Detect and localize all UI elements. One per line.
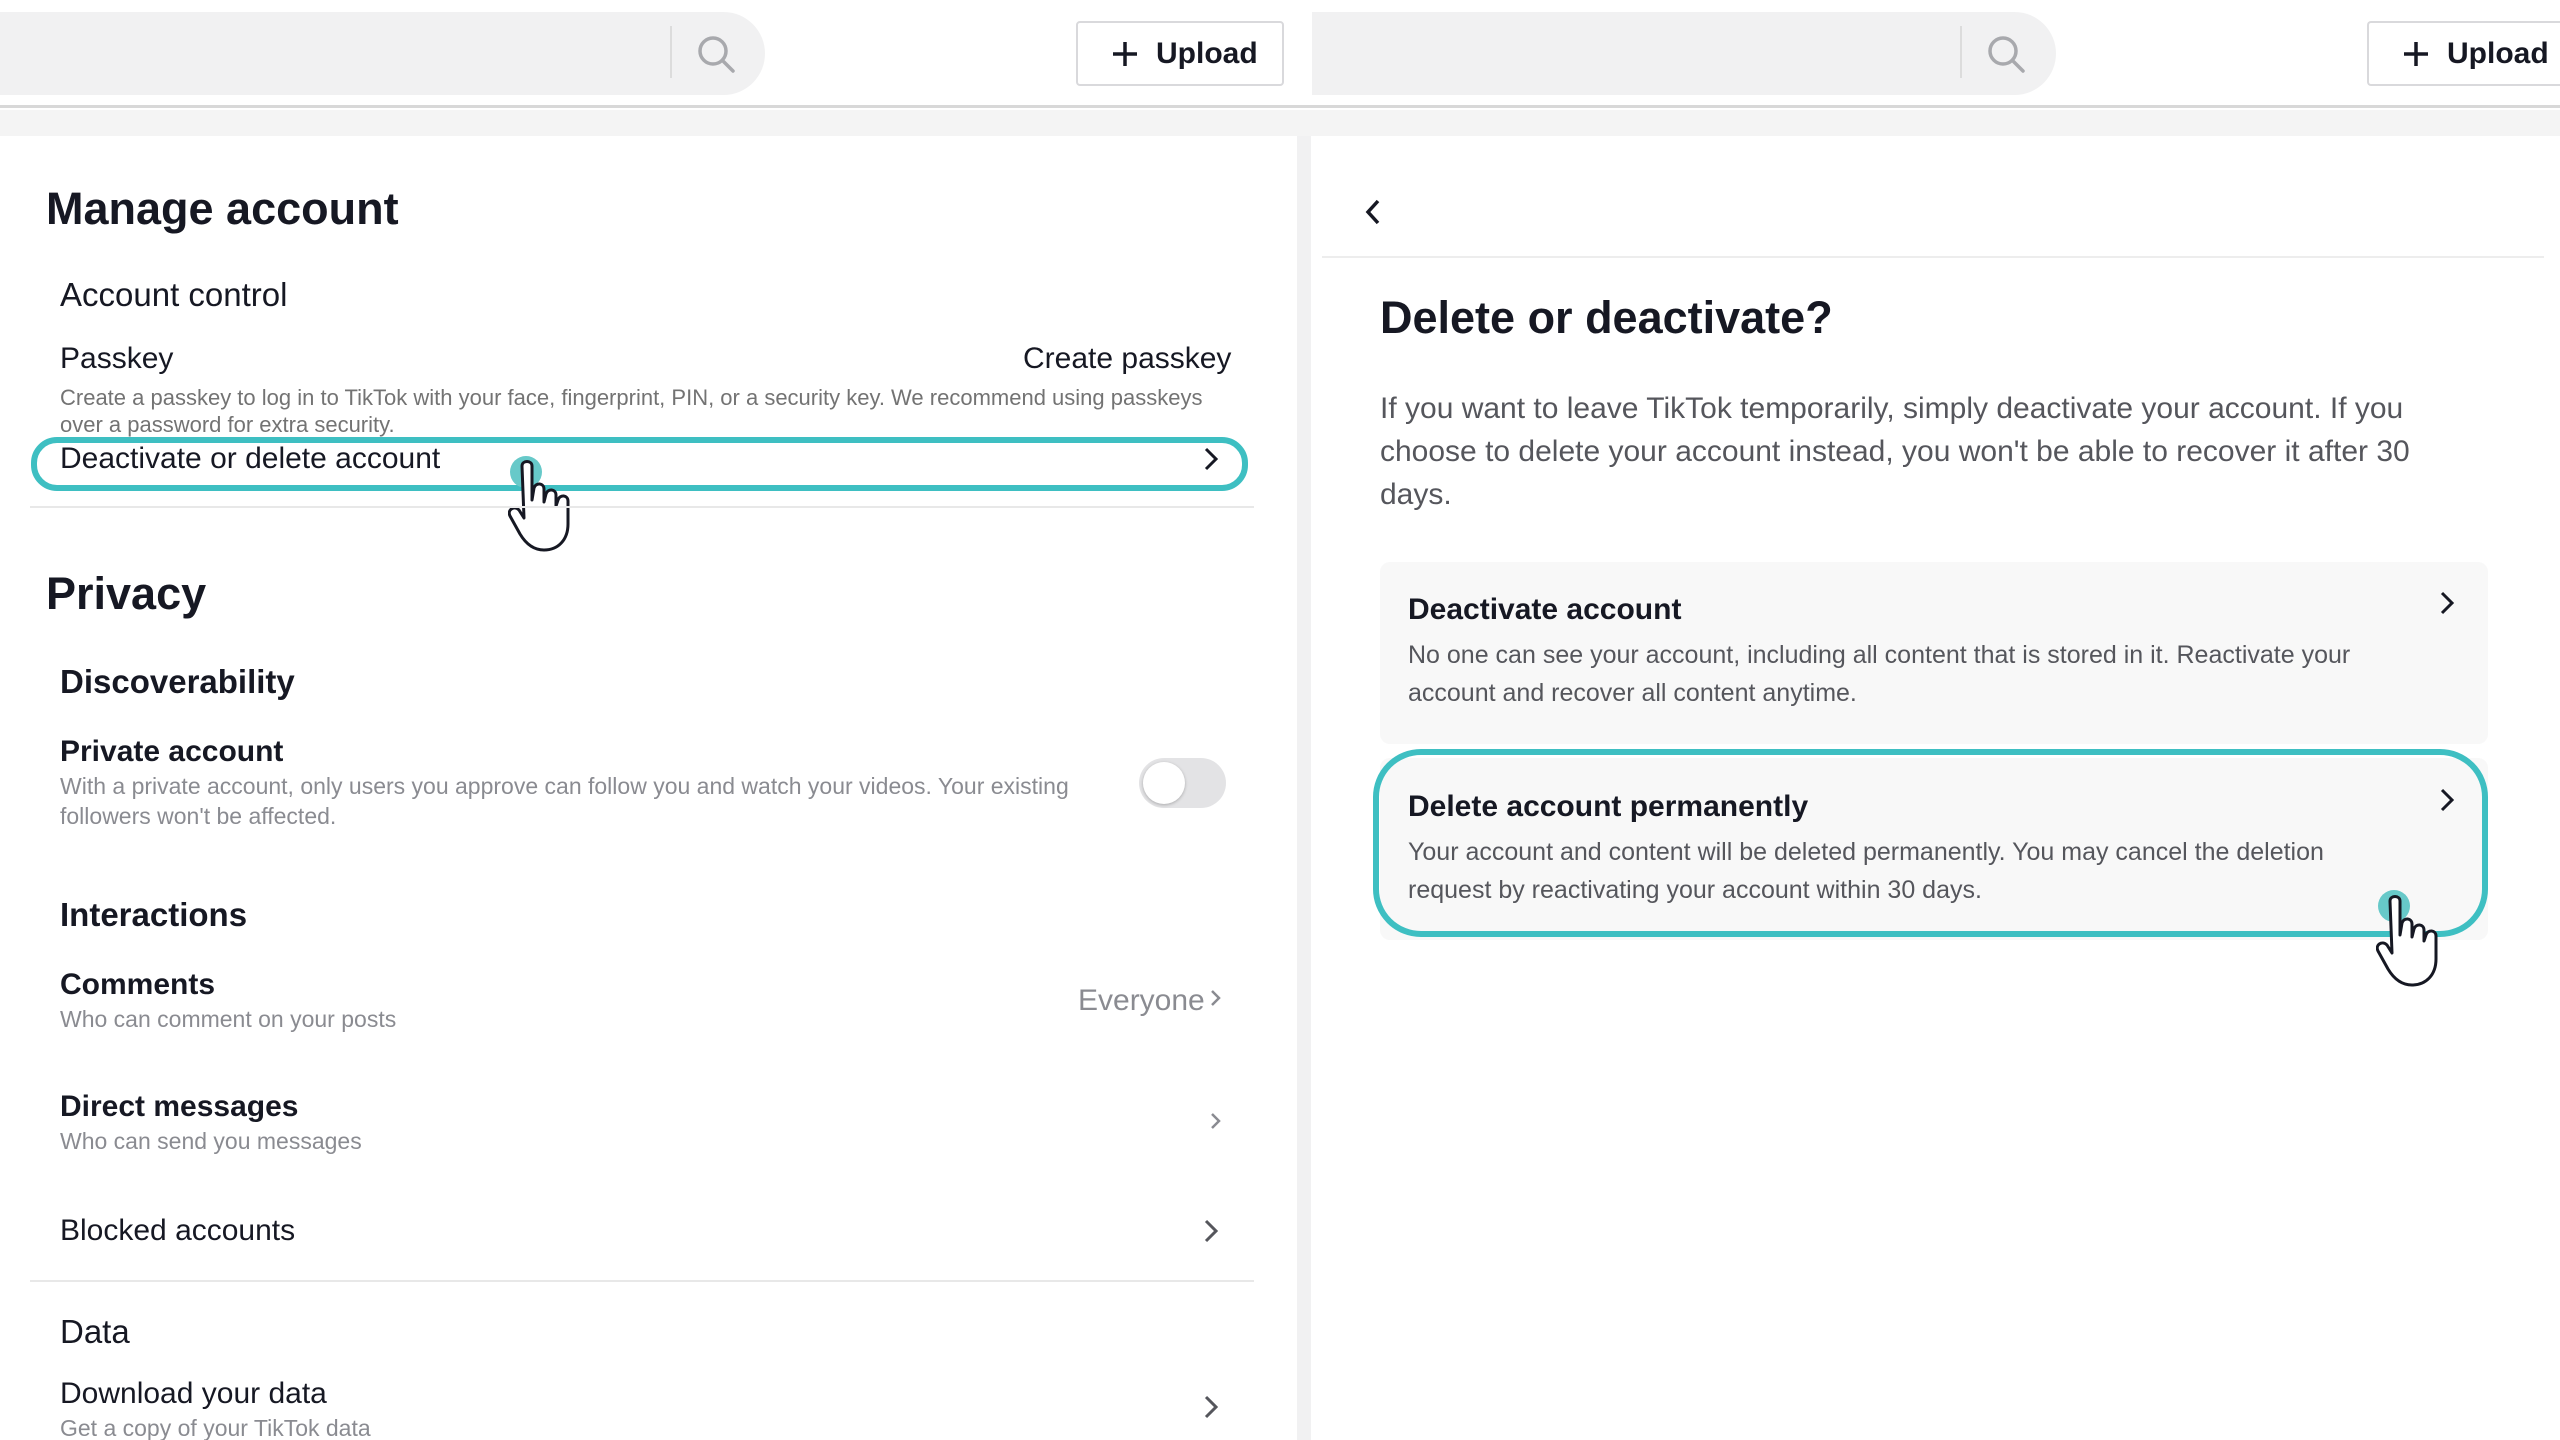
back-arrow-icon[interactable]	[1360, 196, 1386, 228]
account-control-heading: Account control	[60, 276, 288, 313]
discoverability-heading: Discoverability	[60, 663, 295, 700]
search-icon[interactable]	[694, 32, 738, 76]
content-gap	[0, 110, 2560, 136]
chevron-right-icon[interactable]	[1200, 1392, 1222, 1422]
comments-label[interactable]: Comments	[60, 968, 215, 1002]
search-bar-right[interactable]	[1312, 12, 2056, 95]
plus-icon	[2404, 41, 2428, 66]
upload-button-right[interactable]: Upload	[2367, 21, 2560, 86]
download-your-data-item[interactable]: Download your data	[60, 1377, 327, 1411]
privacy-title: Privacy	[46, 568, 207, 619]
chevron-right-icon[interactable]	[1200, 444, 1222, 474]
search-divider	[670, 26, 672, 78]
delete-permanently-highlight	[1373, 749, 2488, 937]
delete-or-deactivate-title: Delete or deactivate?	[1380, 292, 1833, 343]
private-account-toggle[interactable]	[1139, 758, 1226, 808]
chevron-right-icon[interactable]	[1208, 1110, 1224, 1132]
comments-value[interactable]: Everyone	[1078, 984, 1205, 1018]
search-divider	[1960, 26, 1962, 78]
create-passkey-link[interactable]: Create passkey	[1023, 342, 1231, 376]
chevron-right-icon[interactable]	[1200, 1216, 1222, 1246]
pointer-hand-icon	[2376, 895, 2438, 987]
manage-account-title: Manage account	[46, 183, 399, 234]
private-account-description-line2: followers won't be affected.	[60, 803, 337, 829]
data-heading: Data	[60, 1313, 130, 1350]
passkey-label: Passkey	[60, 342, 174, 375]
section-divider	[30, 1280, 1254, 1282]
passkey-description-line2: over a password for extra security.	[60, 412, 395, 437]
interactions-heading: Interactions	[60, 896, 248, 933]
top-bar: Upload Upload	[0, 0, 2560, 108]
blocked-accounts-item[interactable]: Blocked accounts	[60, 1214, 295, 1248]
search-icon[interactable]	[1984, 32, 2028, 76]
deactivate-description-line1: No one can see your account, including a…	[1408, 641, 2351, 669]
upload-label: Upload	[2447, 36, 2549, 70]
comments-description: Who can comment on your posts	[60, 1006, 397, 1032]
deactivate-account-title: Deactivate account	[1408, 593, 1682, 626]
plus-icon	[1113, 41, 1137, 66]
header-divider	[1322, 256, 2544, 258]
toggle-knob	[1143, 762, 1185, 804]
upload-button[interactable]: Upload	[1076, 21, 1284, 86]
upload-label: Upload	[1156, 36, 1258, 70]
passkey-description-line1: Create a passkey to log in to TikTok wit…	[60, 385, 1203, 410]
delete-or-deactivate-description: If you want to leave TikTok temporarily,…	[1380, 387, 2500, 516]
panel-divider	[1297, 136, 1311, 1440]
search-bar[interactable]	[0, 12, 765, 95]
private-account-description-line1: With a private account, only users you a…	[60, 773, 1069, 799]
private-account-label: Private account	[60, 735, 284, 768]
chevron-right-icon[interactable]	[1208, 987, 1224, 1009]
deactivate-account-card[interactable]: Deactivate account No one can see your a…	[1380, 562, 2488, 744]
description-line1: If you want to leave TikTok temporarily,…	[1380, 392, 2404, 425]
chevron-right-icon[interactable]	[2436, 588, 2458, 618]
download-your-data-description: Get a copy of your TikTok data	[60, 1415, 371, 1440]
deactivate-account-description: No one can see your account, including a…	[1408, 636, 2428, 712]
deactivate-or-delete-account-item[interactable]: Deactivate or delete account	[60, 442, 440, 476]
direct-messages-label[interactable]: Direct messages	[60, 1090, 298, 1124]
direct-messages-description: Who can send you messages	[60, 1128, 362, 1154]
deactivate-description-line2: account and recover all content anytime.	[1408, 679, 1857, 707]
section-divider	[30, 506, 1254, 508]
description-line3: days.	[1380, 478, 1452, 511]
description-line2: choose to delete your account instead, y…	[1380, 435, 2410, 468]
